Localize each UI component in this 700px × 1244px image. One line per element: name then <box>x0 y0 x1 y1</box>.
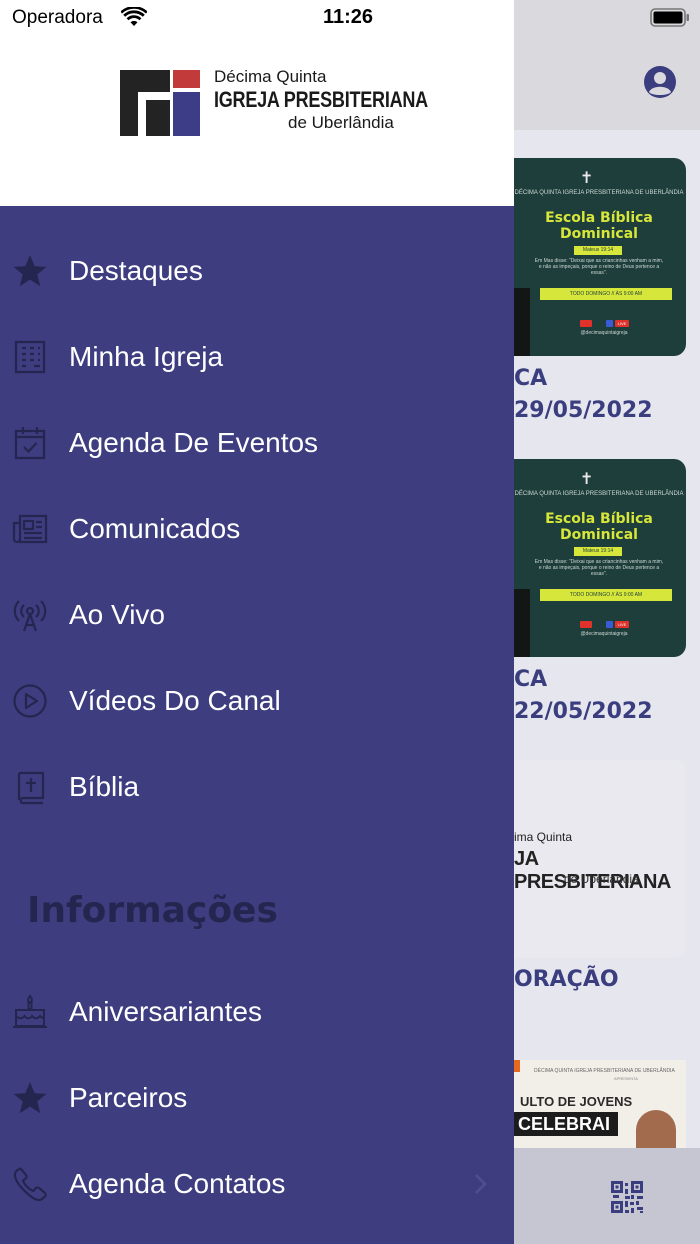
calendar-check-icon <box>14 427 46 460</box>
menu-item-label: Bíblia <box>69 771 140 802</box>
feed-card-title: CA <box>514 667 548 692</box>
menu-item-agenda-contatos[interactable]: Agenda Contatos <box>0 1149 514 1219</box>
menu-item-aniversariantes[interactable]: Aniversariantes <box>0 977 514 1047</box>
feed-card-title: CA <box>514 366 548 391</box>
facebook-icon <box>606 320 613 327</box>
menu-item-videos-do-canal[interactable]: Vídeos Do Canal <box>0 666 514 736</box>
feed-card-title: ORAÇÃO <box>514 967 619 992</box>
feed-card[interactable]: ✝ DÉCIMA QUINTA IGREJA PRESBITERIANA DE … <box>500 158 686 356</box>
facebook-icon <box>606 621 613 628</box>
newspaper-icon <box>12 514 48 544</box>
feed-card-date: 22/05/2022 <box>514 699 653 724</box>
broadcast-icon <box>13 600 47 632</box>
star-icon <box>13 1082 47 1114</box>
church-logo-icon <box>120 70 200 136</box>
phone-icon <box>13 1167 47 1202</box>
menu-item-label: Parceiros <box>69 1082 188 1113</box>
youtube-icon <box>580 320 592 327</box>
menu-item-parceiros[interactable]: Parceiros <box>0 1063 514 1133</box>
status-bar: Operadora 11:26 <box>0 0 700 36</box>
menu-item-comunicados[interactable]: Comunicados <box>0 494 514 564</box>
birthday-cake-icon <box>13 994 47 1028</box>
chevron-right-icon <box>475 1174 487 1194</box>
bible-icon <box>17 771 45 805</box>
user-circle-icon[interactable] <box>643 65 677 99</box>
battery-icon <box>650 8 689 27</box>
menu-item-destaques[interactable]: Destaques <box>0 236 514 306</box>
feed-card-date: 29/05/2022 <box>514 398 653 423</box>
menu-item-label: Ao Vivo <box>69 599 165 630</box>
side-drawer: Décima Quinta IGREJA PRESBITERIANA de Ub… <box>0 0 514 1244</box>
menu-item-agenda-de-eventos[interactable]: Agenda De Eventos <box>0 408 514 478</box>
logo-text-line3: de Uberlândia <box>288 113 394 132</box>
feed-card[interactable]: ✝ DÉCIMA QUINTA IGREJA PRESBITERIANA DE … <box>500 459 686 657</box>
clock: 11:26 <box>323 6 374 28</box>
menu-item-label: Aniversariantes <box>69 996 262 1027</box>
youtube-icon <box>580 621 592 628</box>
wifi-icon <box>121 7 147 26</box>
play-circle-icon <box>13 684 47 718</box>
menu-item-label: Agenda De Eventos <box>69 427 319 458</box>
menu-item-label: Comunicados <box>69 513 241 544</box>
menu-item-biblia[interactable]: Bíblia <box>0 752 514 822</box>
building-icon <box>14 340 46 374</box>
menu-item-minha-igreja[interactable]: Minha Igreja <box>0 322 514 392</box>
menu-item-label: Minha Igreja <box>69 341 224 372</box>
feed-card[interactable]: DÉCIMA QUINTA IGREJA PRESBITERIANA DE UB… <box>514 1060 686 1148</box>
menu-item-label: Destaques <box>69 255 203 286</box>
menu-item-ao-vivo[interactable]: Ao Vivo <box>0 580 514 650</box>
section-title-informacoes: Informações <box>27 890 278 931</box>
menu-item-label: Agenda Contatos <box>69 1168 286 1199</box>
menu-item-label: Vídeos Do Canal <box>69 685 281 716</box>
feed-card[interactable]: ima Quinta JA PRESBITERIANA de Uberlândi… <box>500 760 686 958</box>
qr-code-icon[interactable] <box>611 1181 643 1213</box>
logo-text-line1: Décima Quinta <box>214 67 327 86</box>
carrier-label: Operadora <box>12 7 103 28</box>
logo-text-line2: IGREJA PRESBITERIANA <box>214 87 428 112</box>
star-icon <box>13 255 47 287</box>
